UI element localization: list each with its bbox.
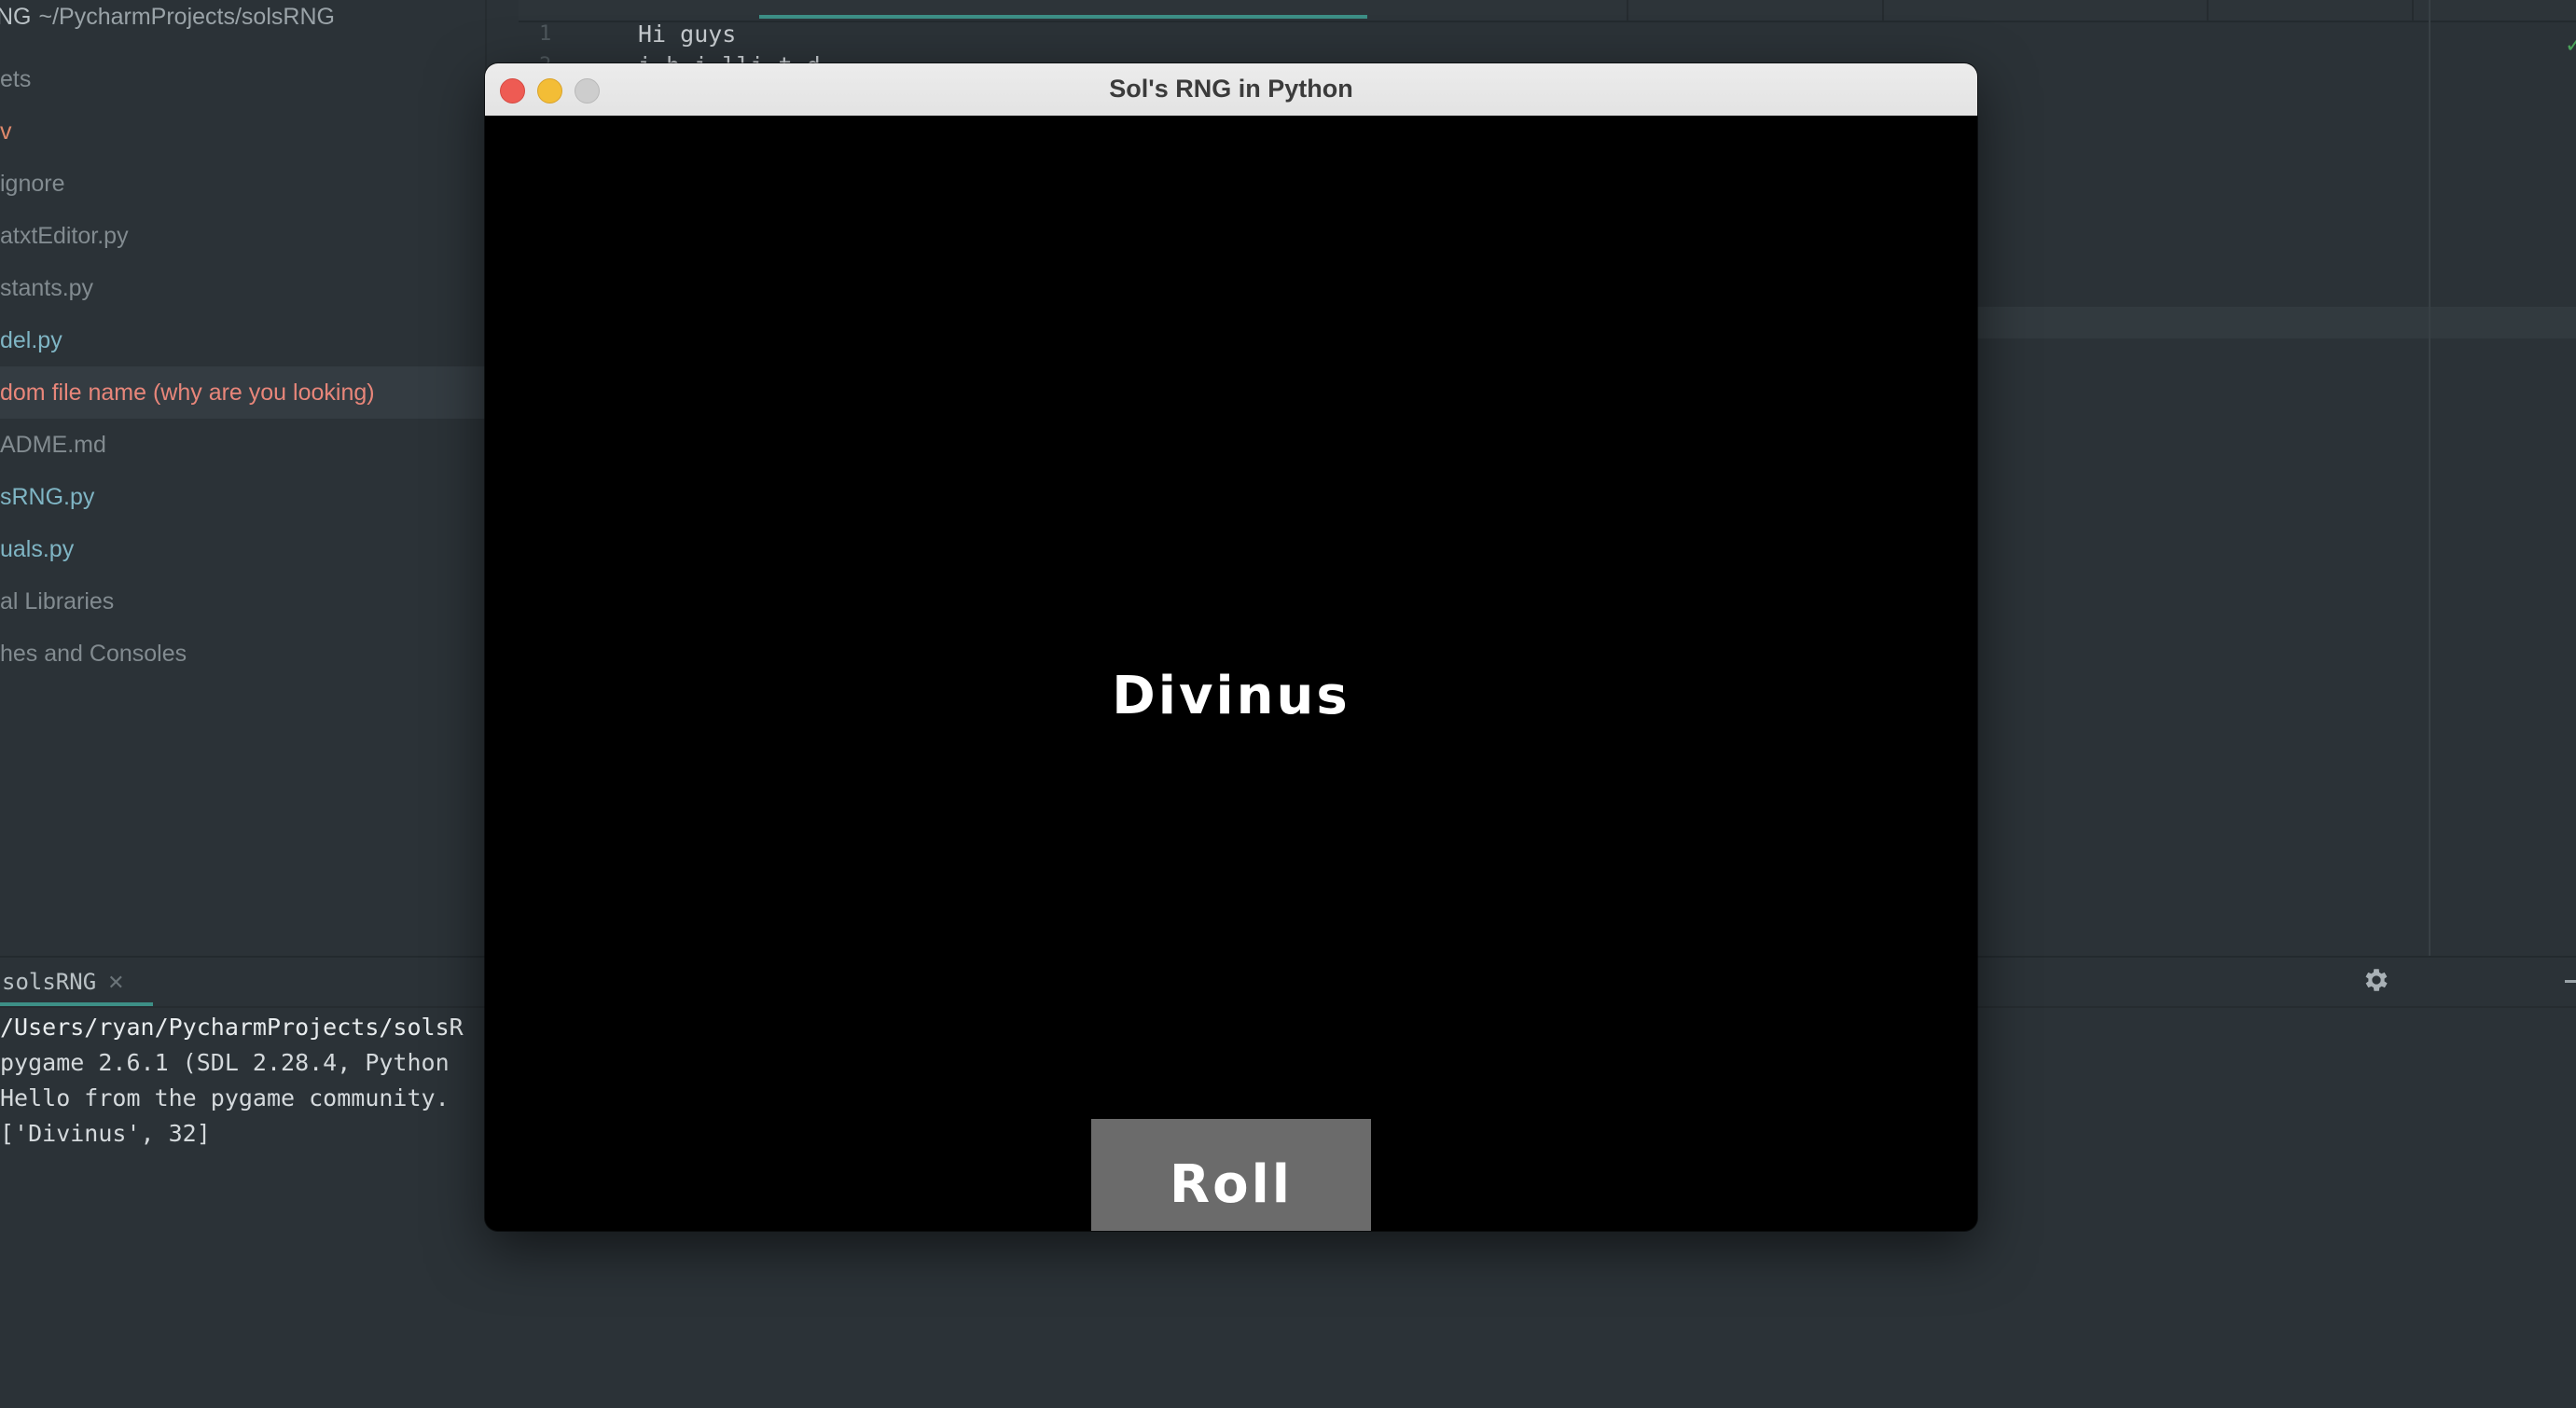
project-tree: NG ~/PycharmProjects/solsRNG ets v ignore at… [0, 0, 487, 956]
tree-item[interactable]: v [0, 105, 485, 158]
tree-item[interactable]: ADME.md [0, 419, 485, 471]
tree-item[interactable]: hes and Consoles [0, 628, 485, 680]
roll-result: Divinus [1112, 666, 1350, 726]
tree-item[interactable]: atxtEditor.py [0, 210, 485, 262]
roll-button[interactable]: Roll [1091, 1119, 1371, 1231]
right-margin-guide [2429, 0, 2431, 956]
tab-separator [2412, 0, 2414, 21]
tree-item[interactable]: stants.py [0, 262, 485, 314]
project-header[interactable]: NG ~/PycharmProjects/solsRNG [0, 4, 335, 37]
check-icon: ✓ [2564, 33, 2576, 58]
tree-item[interactable]: ignore [0, 158, 485, 210]
project-path: ~/PycharmProjects/solsRNG [38, 4, 335, 30]
tree-item[interactable]: ets [0, 53, 485, 105]
console-line: ['Divinus', 32] [0, 1120, 211, 1147]
gear-icon[interactable] [2361, 965, 2391, 995]
tree-item[interactable]: al Libraries [0, 575, 485, 628]
project-tree-list: ets v ignore atxtEditor.py stants.py del.py do… [0, 53, 485, 680]
console-line: Hello from the pygame community. [0, 1084, 464, 1111]
code-line[interactable]: Hi guys [638, 21, 736, 48]
tab-separator [2207, 0, 2209, 21]
tree-item[interactable]: dom file name (why are you looking) [0, 366, 485, 419]
console-line: pygame 2.6.1 (SDL 2.28.4, Python [0, 1049, 464, 1076]
run-tab[interactable]: solsRNG ✕ [2, 969, 125, 995]
game-canvas: Divinus Roll [485, 116, 1977, 1231]
run-tab-label: solsRNG [2, 969, 97, 995]
pygame-window: Sol's RNG in Python Divinus Roll [485, 63, 1977, 1231]
window-titlebar[interactable]: Sol's RNG in Python [485, 63, 1977, 117]
console-output: /Users/ryan/PycharmProjects/solsR pygame … [0, 1010, 464, 1152]
tree-item[interactable]: uals.py [0, 523, 485, 575]
window-title: Sol's RNG in Python [1109, 75, 1353, 103]
close-icon[interactable]: ✕ [107, 972, 124, 995]
tree-item[interactable]: del.py [0, 314, 485, 366]
line-number: 1 [539, 22, 552, 46]
tab-separator [1627, 0, 1628, 21]
console-line: /Users/ryan/PycharmProjects/solsR [0, 1014, 464, 1041]
run-tab-indicator [0, 1002, 153, 1006]
minimize-panel-icon[interactable] [2565, 980, 2576, 983]
editor-tab-bar [519, 0, 2576, 22]
tab-separator [1882, 0, 1884, 21]
tree-item[interactable]: sRNG.py [0, 471, 485, 523]
project-name: NG [0, 4, 32, 30]
active-tab-indicator [759, 15, 1367, 19]
